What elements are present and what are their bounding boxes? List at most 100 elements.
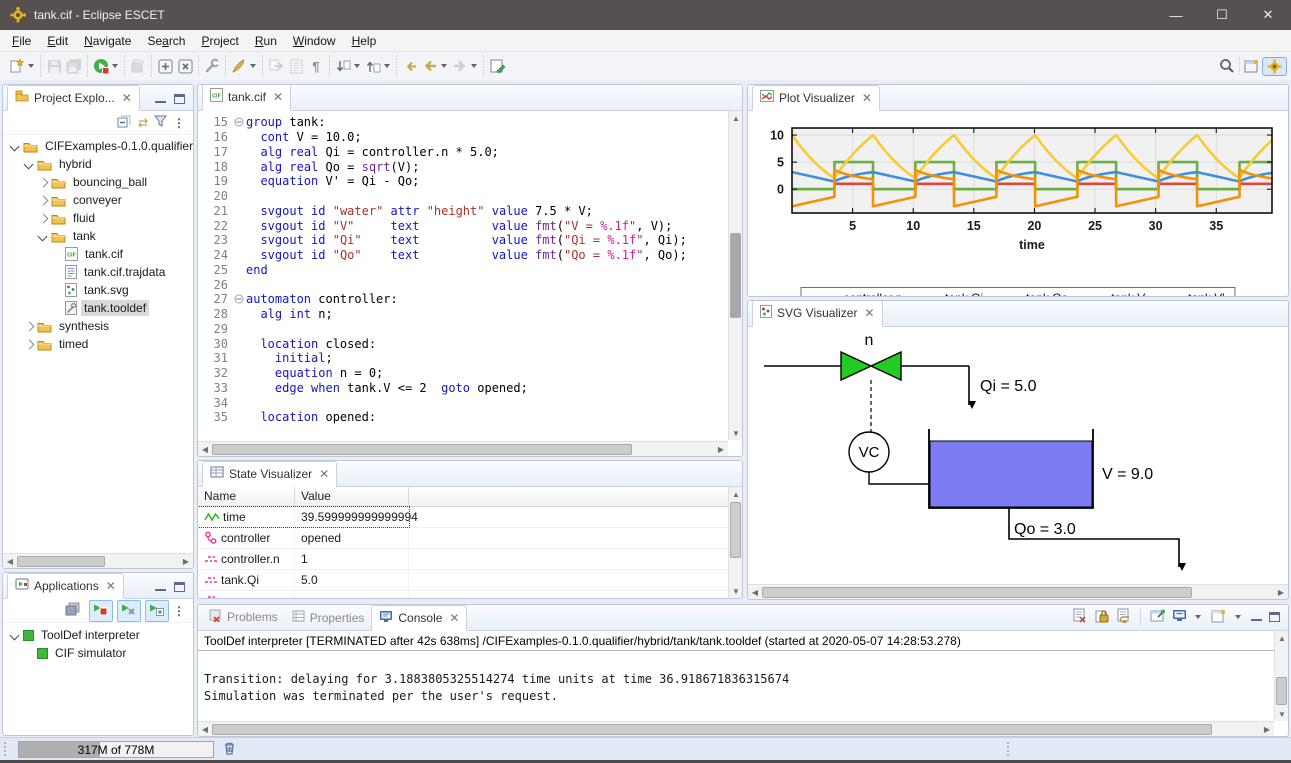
fold-collapse-icon[interactable] — [232, 117, 246, 127]
explorer-item-hybrid[interactable]: hybrid — [3, 155, 193, 173]
close-icon[interactable]: ✕ — [862, 91, 872, 105]
new-wizard-dropdown[interactable] — [28, 64, 34, 68]
tab-console[interactable]: Console ✕ — [371, 605, 467, 631]
last-edit-location-button[interactable] — [400, 55, 420, 77]
scroll-lock-button[interactable] — [1094, 608, 1109, 626]
state-vscrollbar[interactable]: ▲ ▼ — [728, 487, 742, 598]
terminate-all-button[interactable] — [89, 600, 113, 622]
menu-file[interactable]: File — [4, 32, 39, 50]
state-row-time[interactable]: time39.599999999999994 — [198, 507, 728, 528]
view-menu-icon[interactable]: ⋮ — [173, 116, 185, 130]
explorer-item-tank-tooldef[interactable]: tank.tooldef — [3, 299, 193, 317]
explorer-item-conveyer[interactable]: conveyer — [3, 191, 193, 209]
tab-applications[interactable]: Applications ✕ — [7, 573, 124, 599]
run-garbage-collector-button[interactable] — [222, 740, 237, 759]
back-button[interactable] — [420, 55, 440, 77]
trim-grip[interactable] — [1007, 742, 1009, 756]
open-console-button[interactable] — [1211, 608, 1227, 626]
explorer-item-tank[interactable]: tank — [3, 227, 193, 245]
tree-chevron-icon[interactable] — [23, 338, 35, 350]
scroll-down-icon[interactable]: ▼ — [1275, 707, 1289, 721]
new-wizard-button[interactable] — [7, 55, 27, 77]
tree-chevron-icon[interactable] — [37, 230, 49, 242]
tab-properties[interactable]: Properties — [285, 606, 372, 630]
tree-chevron-icon[interactable] — [37, 194, 49, 206]
wrench-button[interactable] — [202, 55, 222, 77]
filter-button[interactable] — [154, 115, 167, 130]
explorer-item-timed[interactable]: timed — [3, 335, 193, 353]
scroll-left-icon[interactable]: ◀ — [3, 554, 17, 568]
back-dropdown[interactable] — [441, 64, 447, 68]
tree-chevron-icon[interactable] — [23, 158, 35, 170]
show-source-button[interactable] — [286, 55, 306, 77]
forward-dropdown[interactable] — [471, 64, 477, 68]
link-with-editor-button[interactable]: ⇄ — [138, 116, 148, 130]
remove-all-terminated-button[interactable] — [117, 600, 141, 622]
explorer-item-tank-svg[interactable]: tank.svg — [3, 281, 193, 299]
tab-plot-visualizer[interactable]: Plot Visualizer ✕ — [752, 85, 880, 111]
state-row-controller[interactable]: controlleropened — [198, 528, 728, 549]
scroll-right-icon[interactable]: ▶ — [1260, 722, 1274, 736]
tree-chevron-icon[interactable] — [37, 212, 49, 224]
search-button[interactable] — [1217, 55, 1237, 77]
scroll-left-icon[interactable]: ◀ — [198, 442, 212, 456]
menu-search[interactable]: Search — [139, 32, 193, 50]
close-icon[interactable]: ✕ — [449, 611, 459, 625]
add-application-button[interactable] — [145, 600, 169, 622]
close-icon[interactable]: ✕ — [122, 91, 132, 105]
trim-grip[interactable] — [4, 742, 6, 756]
editor-hscrollbar[interactable]: ◀ ▶ — [198, 441, 728, 456]
previous-annotation-dropdown[interactable] — [384, 64, 390, 68]
state-row-partial[interactable] — [198, 591, 728, 599]
scroll-right-icon[interactable]: ▶ — [1274, 585, 1288, 599]
explorer-item-fluid[interactable]: fluid — [3, 209, 193, 227]
auto-terminate-button[interactable] — [65, 602, 81, 619]
console-hscrollbar[interactable]: ◀ ▶ — [198, 721, 1274, 736]
highlight-brush-button[interactable] — [229, 55, 249, 77]
word-wrap-button[interactable] — [1116, 608, 1131, 626]
tree-chevron-icon[interactable] — [23, 320, 35, 332]
view-menu-icon[interactable]: ⋮ — [173, 604, 185, 618]
tab-state-visualizer[interactable]: State Visualizer ✕ — [202, 461, 337, 487]
scroll-right-icon[interactable]: ▶ — [179, 554, 193, 568]
editor-vscrollbar[interactable]: ▲ ▼ — [728, 111, 742, 440]
maximize-view-button[interactable] — [1269, 612, 1280, 622]
menu-run[interactable]: Run — [247, 32, 285, 50]
open-console-dropdown[interactable] — [1235, 615, 1241, 619]
maximize-view-button[interactable] — [174, 582, 185, 592]
minimize-view-button[interactable] — [1251, 613, 1262, 621]
tab-editor-tank-cif[interactable]: CIF tank.cif ✕ — [202, 84, 291, 111]
code-editor[interactable]: 15group tank:16 cont V = 10.0;17 alg rea… — [198, 111, 728, 440]
next-annotation-button[interactable] — [333, 55, 353, 77]
save-all-button[interactable] — [64, 55, 84, 77]
tab-problems[interactable]: Problems — [202, 605, 285, 630]
window-close-button[interactable]: ✕ — [1245, 0, 1291, 30]
scroll-right-icon[interactable]: ▶ — [714, 442, 728, 456]
collapse-all-button[interactable] — [117, 114, 132, 131]
next-annotation-dropdown[interactable] — [354, 64, 360, 68]
new-escet-file-button[interactable] — [487, 55, 507, 77]
expand-box-button[interactable] — [155, 55, 175, 77]
link-with-editor-button[interactable] — [266, 55, 286, 77]
close-icon[interactable]: ✕ — [864, 306, 874, 320]
window-maximize-button[interactable]: ☐ — [1199, 0, 1245, 30]
project-explorer-hscrollbar[interactable]: ◀ ▶ — [3, 553, 193, 568]
display-console-button[interactable] — [1172, 609, 1187, 625]
close-icon[interactable]: ✕ — [273, 90, 283, 104]
pin-console-button[interactable] — [1150, 608, 1165, 626]
menu-navigate[interactable]: Navigate — [76, 32, 139, 50]
close-icon[interactable]: ✕ — [319, 467, 329, 481]
run-tooldef-button[interactable] — [91, 55, 111, 77]
menu-project[interactable]: Project — [193, 32, 246, 50]
scroll-left-icon[interactable]: ◀ — [748, 585, 762, 599]
window-minimize-button[interactable]: — — [1153, 0, 1199, 30]
previous-annotation-button[interactable] — [363, 55, 383, 77]
explorer-item-tank-cif-trajdata[interactable]: tank.cif.trajdata — [3, 263, 193, 281]
tree-chevron-icon[interactable] — [9, 629, 21, 641]
console-vscrollbar[interactable]: ▲ ▼ — [1274, 631, 1288, 721]
fold-collapse-icon[interactable] — [232, 294, 246, 304]
escet-perspective-button[interactable] — [1262, 57, 1287, 76]
column-header-name[interactable]: Name — [198, 487, 295, 506]
scroll-down-icon[interactable]: ▼ — [729, 426, 743, 440]
state-row-tank-qi[interactable]: tank.Qi5.0 — [198, 570, 728, 591]
